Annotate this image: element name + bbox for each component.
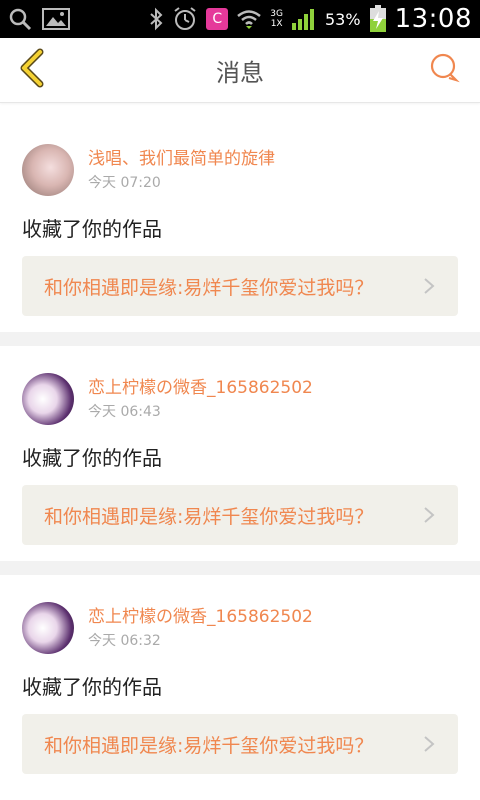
bluetooth-icon xyxy=(148,7,164,31)
action-text: 收藏了你的作品 xyxy=(22,446,162,470)
chat-bubble-icon xyxy=(428,52,460,88)
battery-percent: 53% xyxy=(325,9,361,29)
chevron-left-icon xyxy=(18,48,46,92)
page-title: 消息 xyxy=(216,58,264,87)
message-card: 恋上柠檬の微香_165862502 今天 06:43 收藏了你的作品 和你相遇即… xyxy=(0,346,480,561)
status-bar: C 3G 1X 53% 13:08 xyxy=(0,0,480,38)
timestamp: 今天 06:32 xyxy=(88,633,161,649)
avatar[interactable] xyxy=(22,144,74,196)
alarm-icon xyxy=(172,6,198,32)
network-sub-label: 1X xyxy=(270,19,283,29)
chat-button[interactable] xyxy=(426,52,462,88)
work-title: 和你相遇即是缘:易烊千玺你爱过我吗？ xyxy=(44,276,374,299)
username[interactable]: 恋上柠檬の微香_165862502 xyxy=(88,376,313,400)
gallery-icon xyxy=(42,7,70,31)
network-label: 3G xyxy=(270,9,283,19)
action-text: 收藏了你的作品 xyxy=(22,217,162,241)
username[interactable]: 浅唱、我们最简单的旋律 xyxy=(88,147,275,171)
work-link[interactable]: 和你相遇即是缘:易烊千玺你爱过我吗？ xyxy=(22,714,458,774)
back-button[interactable] xyxy=(12,48,52,92)
signal-icon xyxy=(291,7,317,31)
message-header: 恋上柠檬の微香_165862502 今天 06:43 xyxy=(22,370,458,428)
chevron-right-icon xyxy=(422,734,436,754)
app-header: 消息 xyxy=(0,38,480,103)
chevron-right-icon xyxy=(422,505,436,525)
timestamp: 今天 07:20 xyxy=(88,175,161,191)
battery-charging-icon xyxy=(369,5,387,33)
message-header: 浅唱、我们最简单的旋律 今天 07:20 xyxy=(22,141,458,199)
chevron-right-icon xyxy=(422,276,436,296)
timestamp: 今天 06:43 xyxy=(88,404,161,420)
message-card: 恋上柠檬の微香_165862502 今天 06:32 收藏了你的作品 和你相遇即… xyxy=(0,575,480,790)
message-meta: 浅唱、我们最简单的旋律 今天 07:20 xyxy=(88,147,275,193)
message-list: 浅唱、我们最简单的旋律 今天 07:20 收藏了你的作品 和你相遇即是缘:易烊千… xyxy=(0,117,480,790)
action-text: 收藏了你的作品 xyxy=(22,675,162,699)
message-header: 恋上柠檬の微香_165862502 今天 06:32 xyxy=(22,599,458,657)
search-icon xyxy=(8,7,32,31)
work-title: 和你相遇即是缘:易烊千玺你爱过我吗？ xyxy=(44,734,374,757)
network-type-label: 3G 1X xyxy=(270,9,283,29)
message-card: 浅唱、我们最简单的旋律 今天 07:20 收藏了你的作品 和你相遇即是缘:易烊千… xyxy=(0,117,480,332)
work-link[interactable]: 和你相遇即是缘:易烊千玺你爱过我吗？ xyxy=(22,485,458,545)
avatar[interactable] xyxy=(22,373,74,425)
wifi-icon xyxy=(236,8,262,30)
username[interactable]: 恋上柠檬の微香_165862502 xyxy=(88,605,313,629)
status-clock: 13:08 xyxy=(394,4,472,34)
message-meta: 恋上柠檬の微香_165862502 今天 06:32 xyxy=(88,605,313,651)
message-meta: 恋上柠檬の微香_165862502 今天 06:43 xyxy=(88,376,313,422)
work-link[interactable]: 和你相遇即是缘:易烊千玺你爱过我吗？ xyxy=(22,256,458,316)
work-title: 和你相遇即是缘:易烊千玺你爱过我吗？ xyxy=(44,505,374,528)
avatar[interactable] xyxy=(22,602,74,654)
app-badge-icon: C xyxy=(206,8,229,30)
